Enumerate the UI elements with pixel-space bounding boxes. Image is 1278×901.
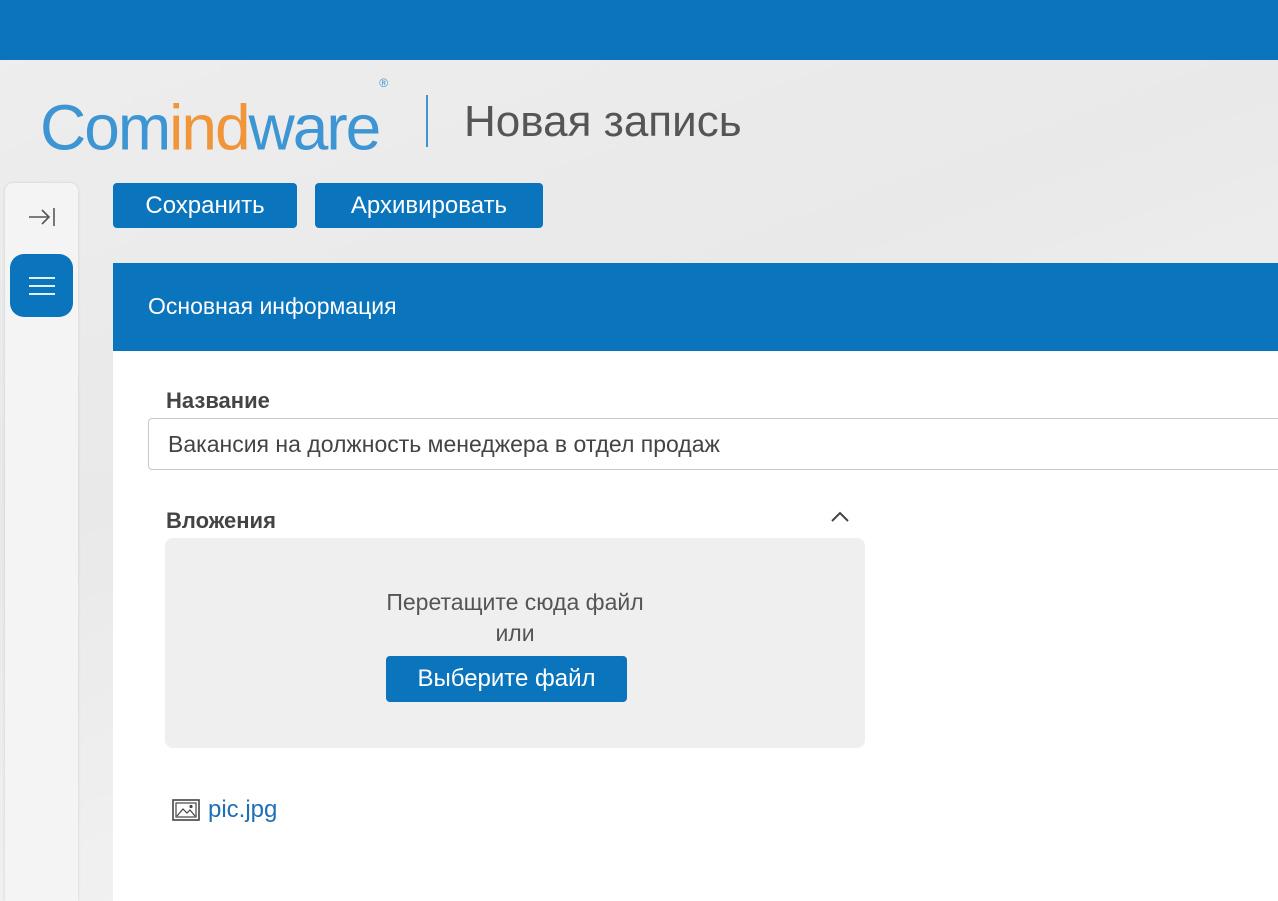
name-label: Название — [166, 388, 270, 413]
attachment-item: pic.jpg — [172, 796, 277, 824]
name-input[interactable] — [148, 418, 1278, 470]
attachment-link[interactable]: pic.jpg — [208, 796, 277, 824]
title-separator — [426, 95, 428, 147]
collapse-right-icon — [28, 208, 55, 226]
section-title: Основная информация — [148, 293, 397, 319]
form-panel: Основная информация Название Вложения Пе… — [113, 263, 1278, 901]
choose-file-button[interactable]: Выберите файл — [386, 656, 627, 702]
comindware-logo: Comindware® — [40, 76, 389, 164]
top-bar — [0, 0, 1278, 60]
attachments-label: Вложения — [166, 508, 276, 533]
section-header[interactable]: Основная информация — [113, 263, 1278, 351]
file-dropzone[interactable]: Перетащите сюда файл или Выберите файл — [165, 538, 865, 748]
hamburger-menu-icon — [28, 276, 55, 295]
attachments-collapse-button[interactable] — [827, 507, 853, 527]
page-title: Новая запись — [464, 97, 742, 146]
chevron-up-icon — [831, 511, 849, 522]
sidebar-collapse-button[interactable] — [5, 183, 78, 251]
dropzone-or: или — [495, 620, 535, 646]
image-file-icon — [172, 799, 200, 821]
sidebar — [5, 183, 78, 901]
dropzone-hint: Перетащите сюда файл — [386, 589, 644, 615]
sidebar-menu-button[interactable] — [10, 254, 73, 317]
archive-button[interactable]: Архивировать — [315, 183, 543, 228]
save-button[interactable]: Сохранить — [113, 183, 297, 228]
